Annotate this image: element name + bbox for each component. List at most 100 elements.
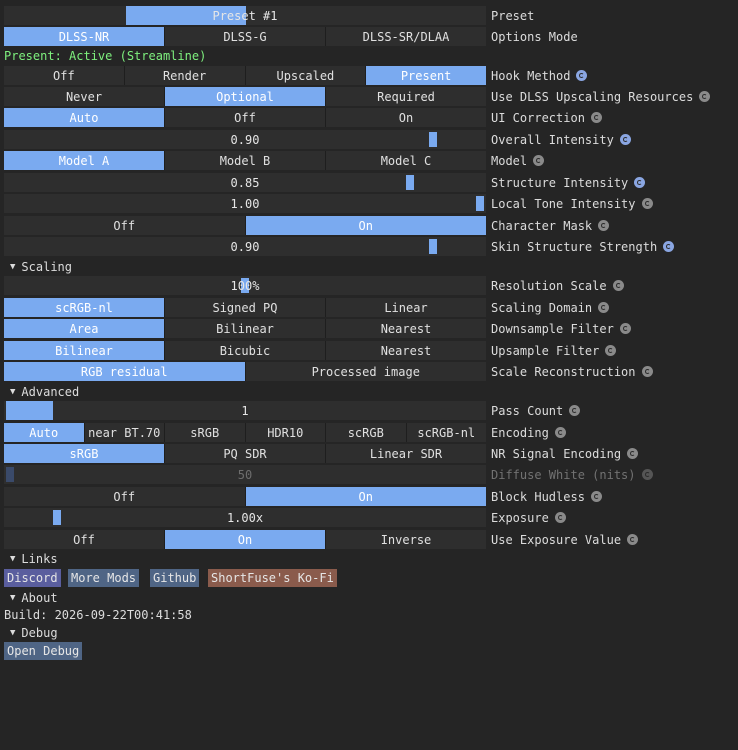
option-model-a[interactable]: Model A bbox=[4, 151, 164, 170]
reset-icon[interactable] bbox=[641, 366, 653, 377]
model-label: Model bbox=[491, 151, 545, 170]
option-near-bt-70[interactable]: near BT.70 bbox=[83, 423, 165, 442]
option-bilinear[interactable]: Bilinear bbox=[164, 319, 325, 338]
scaling-domain-label: Scaling Domain bbox=[491, 298, 610, 317]
option-nearest[interactable]: Nearest bbox=[325, 319, 486, 338]
ui-correction-label: UI Correction bbox=[491, 108, 602, 127]
overall-intensity-slider[interactable]: 0.90 bbox=[4, 130, 486, 149]
reset-icon[interactable] bbox=[663, 241, 675, 252]
option-scrgb[interactable]: scRGB bbox=[325, 423, 406, 442]
option-processed-image[interactable]: Processed image bbox=[244, 362, 487, 381]
option-on[interactable]: On bbox=[164, 530, 325, 549]
option-signed-pq[interactable]: Signed PQ bbox=[164, 298, 325, 317]
skin-structure-strength-value: 0.90 bbox=[230, 239, 260, 254]
downsample-filter-control: Area Bilinear Nearest bbox=[4, 319, 486, 338]
option-scrgb-nl[interactable]: scRGB-nl bbox=[405, 423, 487, 442]
resolution-scale-label: Resolution Scale bbox=[491, 276, 624, 295]
option-on[interactable]: On bbox=[244, 216, 486, 235]
option-off[interactable]: Off bbox=[4, 66, 124, 85]
nr-signal-encoding-label: NR Signal Encoding bbox=[491, 444, 639, 463]
option-required[interactable]: Required bbox=[325, 87, 486, 106]
kofi-link-button[interactable]: ShortFuse's Ko-Fi bbox=[208, 569, 337, 587]
reset-icon[interactable] bbox=[554, 512, 566, 523]
option-srgb[interactable]: sRGB bbox=[164, 423, 245, 442]
option-auto[interactable]: Auto bbox=[4, 423, 84, 442]
reset-icon[interactable] bbox=[619, 323, 631, 334]
more-mods-link-button[interactable]: More Mods bbox=[68, 569, 140, 587]
advanced-section-header[interactable]: ▼ Advanced bbox=[10, 383, 79, 400]
reset-icon[interactable] bbox=[576, 70, 588, 81]
option-off[interactable]: Off bbox=[4, 530, 164, 549]
option-hdr10[interactable]: HDR10 bbox=[244, 423, 326, 442]
nr-signal-encoding-control: sRGB PQ SDR Linear SDR bbox=[4, 444, 486, 463]
option-present[interactable]: Present bbox=[365, 66, 486, 85]
option-linear[interactable]: Linear bbox=[325, 298, 486, 317]
option-linear-sdr[interactable]: Linear SDR bbox=[325, 444, 486, 463]
option-off[interactable]: Off bbox=[164, 108, 325, 127]
reset-icon[interactable] bbox=[598, 220, 610, 231]
preset-selector[interactable]: Preset #1 bbox=[4, 6, 486, 25]
option-render[interactable]: Render bbox=[123, 66, 245, 85]
character-mask-label: Character Mask bbox=[491, 216, 610, 235]
option-model-b[interactable]: Model B bbox=[164, 151, 325, 170]
option-off[interactable]: Off bbox=[4, 216, 245, 235]
option-inverse[interactable]: Inverse bbox=[325, 530, 486, 549]
option-on[interactable]: On bbox=[244, 487, 486, 506]
debug-section-header[interactable]: ▼ Debug bbox=[10, 624, 58, 641]
option-scrgb-nl[interactable]: scRGB-nl bbox=[4, 298, 164, 317]
local-tone-intensity-slider[interactable]: 1.00 bbox=[4, 194, 486, 213]
structure-intensity-slider[interactable]: 0.85 bbox=[4, 173, 486, 192]
reset-icon[interactable] bbox=[590, 112, 602, 123]
reset-icon[interactable] bbox=[627, 448, 639, 459]
option-rgb-residual[interactable]: RGB residual bbox=[4, 362, 245, 381]
exposure-slider[interactable]: 1.00x bbox=[4, 508, 486, 527]
diffuse-white-slider: 50 bbox=[4, 465, 486, 484]
reset-icon[interactable] bbox=[619, 134, 631, 145]
encoding-control: Auto near BT.70 sRGB HDR10 scRGB scRGB-nl bbox=[4, 423, 486, 442]
option-never[interactable]: Never bbox=[4, 87, 164, 106]
option-pq-sdr[interactable]: PQ SDR bbox=[164, 444, 325, 463]
upsample-filter-label: Upsample Filter bbox=[491, 341, 617, 360]
reset-icon[interactable] bbox=[598, 302, 610, 313]
use-dlss-upscaling-control: Never Optional Required bbox=[4, 87, 486, 106]
reset-icon[interactable] bbox=[533, 155, 545, 166]
option-off[interactable]: Off bbox=[4, 487, 245, 506]
about-section-header[interactable]: ▼ About bbox=[10, 589, 58, 606]
option-on[interactable]: On bbox=[325, 108, 486, 127]
diffuse-white-value: 50 bbox=[237, 467, 253, 482]
reset-icon[interactable] bbox=[605, 345, 617, 356]
collapse-arrow-icon: ▼ bbox=[10, 261, 16, 272]
reset-icon[interactable] bbox=[699, 91, 711, 102]
option-dlss-nr[interactable]: DLSS-NR bbox=[4, 27, 164, 46]
reset-icon[interactable] bbox=[554, 427, 566, 438]
option-bilinear[interactable]: Bilinear bbox=[4, 341, 164, 360]
reset-icon[interactable] bbox=[641, 198, 653, 209]
option-area[interactable]: Area bbox=[4, 319, 164, 338]
option-optional[interactable]: Optional bbox=[164, 87, 325, 106]
option-bicubic[interactable]: Bicubic bbox=[164, 341, 325, 360]
option-upscaled[interactable]: Upscaled bbox=[244, 66, 366, 85]
scaling-section-header[interactable]: ▼ Scaling bbox=[10, 258, 72, 275]
links-section-header[interactable]: ▼ Links bbox=[10, 550, 58, 567]
overall-intensity-label: Overall Intensity bbox=[491, 130, 631, 149]
github-link-button[interactable]: Github bbox=[150, 569, 200, 587]
reset-icon[interactable] bbox=[612, 280, 624, 291]
option-dlss-sr-dlaa[interactable]: DLSS-SR/DLAA bbox=[325, 27, 486, 46]
resolution-scale-slider[interactable]: 100% bbox=[4, 276, 486, 295]
option-nearest[interactable]: Nearest bbox=[325, 341, 486, 360]
reset-icon[interactable] bbox=[590, 491, 602, 502]
option-dlss-g[interactable]: DLSS-G bbox=[164, 27, 325, 46]
open-debug-button[interactable]: Open Debug bbox=[4, 642, 83, 660]
discord-link-button[interactable]: Discord bbox=[4, 569, 61, 587]
option-model-c[interactable]: Model C bbox=[325, 151, 486, 170]
pass-count-slider[interactable]: 1 bbox=[4, 401, 486, 420]
present-status: Present: Active (Streamline) bbox=[4, 48, 207, 63]
skin-structure-strength-slider[interactable]: 0.90 bbox=[4, 237, 486, 256]
reset-icon[interactable] bbox=[627, 534, 639, 545]
scale-reconstruction-label: Scale Reconstruction bbox=[491, 362, 653, 381]
option-srgb[interactable]: sRGB bbox=[4, 444, 164, 463]
option-auto[interactable]: Auto bbox=[4, 108, 164, 127]
block-hudless-label: Block Hudless bbox=[491, 487, 602, 506]
reset-icon[interactable] bbox=[634, 177, 646, 188]
reset-icon[interactable] bbox=[569, 405, 581, 416]
